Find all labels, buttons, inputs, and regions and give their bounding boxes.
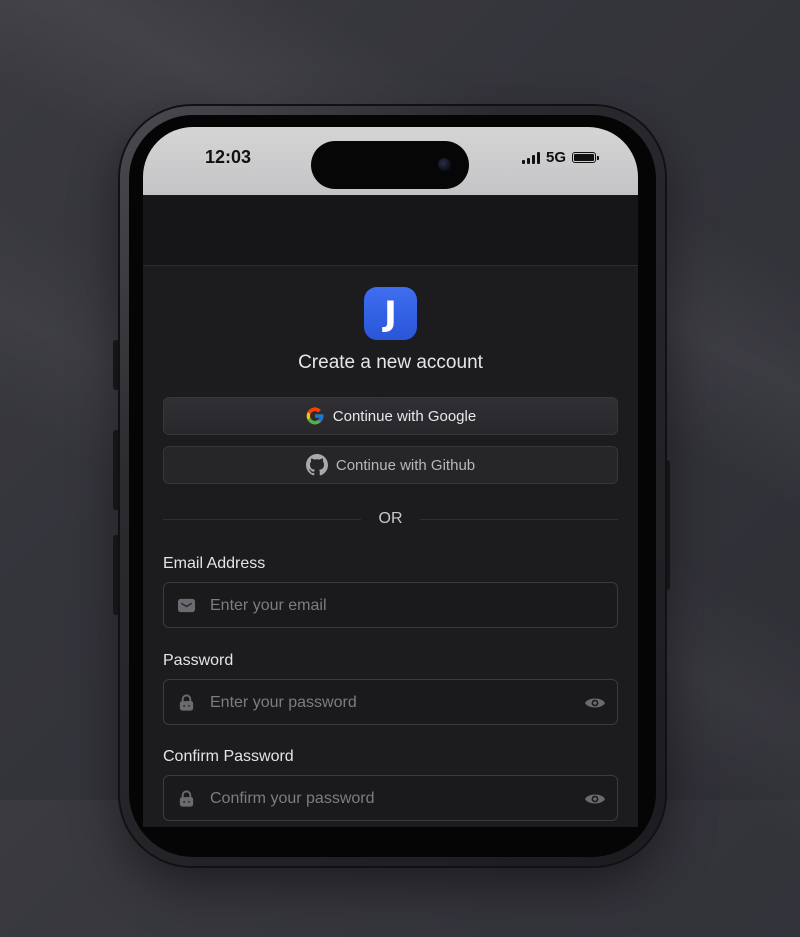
password-field[interactable] [163,679,618,726]
google-icon [306,407,324,425]
lock-icon [179,790,194,807]
signup-card: J Create a new account Continue with Goo… [143,265,638,827]
confirm-password-label: Confirm Password [163,748,294,765]
show-confirm-password-eye-icon[interactable] [584,789,606,809]
signal-icon [521,151,540,164]
or-divider: OR [163,509,618,529]
app-header-area [143,195,638,265]
confirm-password-input[interactable] [208,776,572,822]
dynamic-island [311,141,469,189]
battery-icon [572,152,599,163]
app-logo: J [364,287,417,340]
github-button-label: Continue with Github [335,456,476,474]
mail-icon [177,598,196,613]
google-signin-button[interactable]: Continue with Google [163,397,618,435]
confirm-password-field[interactable] [163,775,618,822]
status-indicators: 5G [521,149,599,166]
lock-icon [179,694,194,711]
email-label: Email Address [163,555,266,572]
google-button-label: Continue with Google [332,407,477,425]
email-input[interactable] [208,583,572,629]
github-icon [305,454,328,476]
front-camera-icon [438,158,451,171]
status-bar: 12:03 5G [143,127,638,195]
password-input[interactable] [208,680,572,726]
status-time: 12:03 [205,147,252,167]
email-field[interactable] [163,582,618,629]
page-title: Create a new account [298,352,483,373]
phone-screen: 12:03 5G J Create a new account Continue… [143,127,638,827]
github-signin-button[interactable]: Continue with Github [163,446,618,484]
show-password-eye-icon[interactable] [584,693,606,713]
network-type: 5G [545,149,566,166]
divider-line [420,519,618,520]
password-label: Password [163,652,234,669]
